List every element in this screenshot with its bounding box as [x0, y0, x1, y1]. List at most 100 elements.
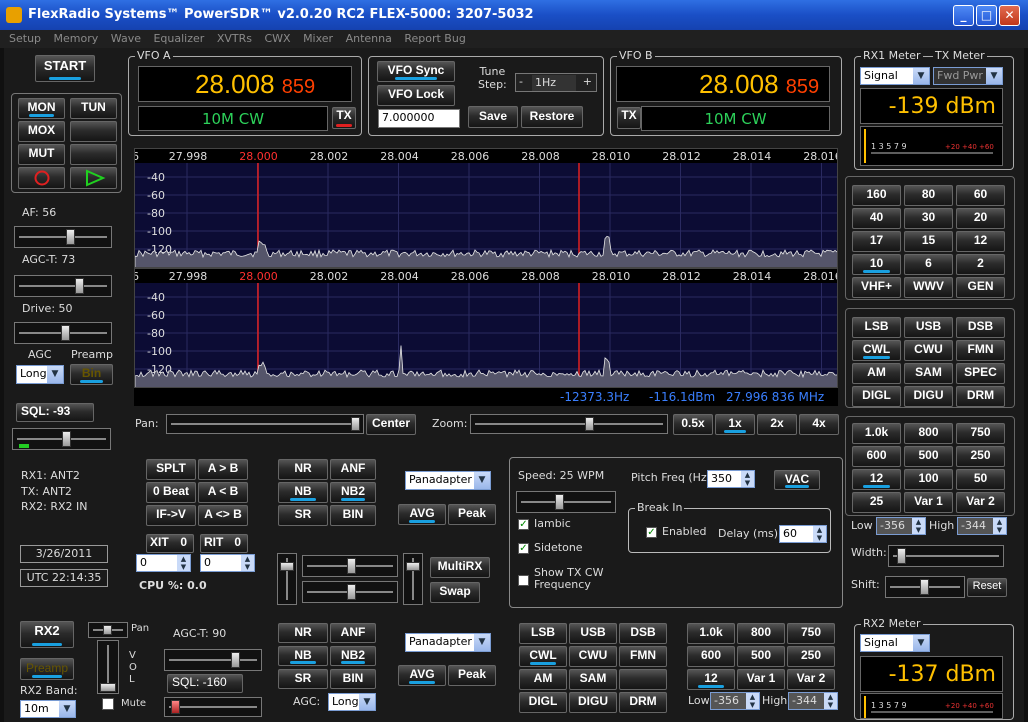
band-15-button[interactable]: 15 — [904, 231, 953, 252]
sql-slider[interactable] — [12, 428, 111, 450]
a-swap-b-button[interactable]: A <> B — [198, 505, 248, 526]
menu-xvtrs[interactable]: XVTRs — [217, 30, 252, 48]
band-wwv-button[interactable]: WWV — [904, 277, 953, 298]
band-6-button[interactable]: 6 — [904, 254, 953, 275]
rx2-mode-digu-button[interactable]: DIGU — [569, 692, 617, 713]
minimize-button[interactable]: _ — [953, 5, 974, 26]
play-button[interactable] — [70, 167, 117, 189]
filter-low-spinner[interactable]: -356 ▲ ▼ — [876, 517, 926, 535]
mon-button[interactable]: MON — [18, 98, 65, 119]
close-button[interactable]: ✕ — [999, 5, 1020, 26]
rx2-mode-digl-button[interactable]: DIGL — [519, 692, 567, 713]
band-gen-button[interactable]: GEN — [956, 277, 1005, 298]
delay-spinner[interactable]: 60 ▲ ▼ — [779, 525, 827, 543]
rx2-mode-fmn-button[interactable]: FMN — [619, 646, 667, 667]
rx1-sub-vol-slider[interactable] — [403, 553, 423, 605]
vfo-a-freq-display[interactable]: 28.008 859 — [138, 66, 352, 102]
breakin-enabled-checkbox[interactable]: ✓ — [646, 527, 657, 538]
pitch-freq-spinner[interactable]: 350 ▲ ▼ — [707, 470, 755, 488]
menu-report-bug[interactable]: Report Bug — [404, 30, 465, 48]
pan-slider[interactable] — [166, 414, 364, 434]
save-button[interactable]: Save — [468, 106, 518, 128]
band-17-button[interactable]: 17 — [852, 231, 901, 252]
rx2-filter-500-button[interactable]: 500 — [737, 646, 785, 667]
rx2-band-select[interactable]: 10m ▼ — [20, 700, 76, 718]
rit-button[interactable]: RIT 0 — [200, 534, 248, 553]
rx2-avg-button[interactable]: AVG — [398, 665, 446, 686]
blank-button[interactable] — [70, 121, 117, 142]
mox-button[interactable]: MOX — [18, 121, 65, 142]
rx1-display-mode-select[interactable]: Panadapter ▼ — [405, 471, 491, 490]
menu-setup[interactable]: Setup — [9, 30, 41, 48]
preamp-button[interactable]: Bin — [70, 364, 113, 385]
rx2-sr-button[interactable]: SR — [278, 669, 328, 689]
rx2-button[interactable]: RX2 — [20, 621, 74, 648]
band-12-button[interactable]: 12 — [956, 231, 1005, 252]
rx2-panadapter[interactable]: -40-60-80-100-120-140627.99828.00028.002… — [134, 268, 838, 388]
swap-button[interactable]: Swap — [430, 582, 480, 603]
tune-step-control[interactable]: -1Hz + — [515, 73, 597, 92]
rx2-pan-slider[interactable] — [88, 622, 128, 638]
rx2-display-mode-select[interactable]: Panadapter ▼ — [405, 633, 491, 652]
mode-am-button[interactable]: AM — [852, 363, 901, 384]
rx2-filter-10k-button[interactable]: 1.0k — [687, 623, 735, 644]
rx2-mode-dsb-button[interactable]: DSB — [619, 623, 667, 644]
rx2-agct-slider[interactable] — [164, 649, 262, 671]
multirx-button[interactable]: MultiRX — [430, 557, 490, 578]
rx2-high-spinner[interactable]: -344 ▲ ▼ — [788, 692, 838, 710]
rx1-panadapter[interactable]: -40-60-80-100-120-140627.99828.00028.002… — [134, 148, 838, 268]
nr-button[interactable]: NR — [278, 459, 328, 480]
band-80-button[interactable]: 80 — [904, 185, 953, 206]
rx2-filter-600-button[interactable]: 600 — [687, 646, 735, 667]
bin-button[interactable]: BIN — [330, 505, 376, 526]
rx1-avg-button[interactable]: AVG — [398, 504, 446, 525]
menu-wave[interactable]: Wave — [111, 30, 141, 48]
mode-digl-button[interactable]: DIGL — [852, 386, 901, 407]
mode-fmn-button[interactable]: FMN — [956, 340, 1005, 361]
tun-button[interactable]: TUN — [70, 98, 117, 119]
rx2-mode-blank-button[interactable] — [619, 669, 667, 690]
rx2-mute-checkbox[interactable] — [102, 698, 114, 710]
band-10-button[interactable]: 10 — [852, 254, 901, 275]
rx2-filter-250-button[interactable]: 250 — [787, 646, 835, 667]
sr-button[interactable]: SR — [278, 505, 328, 526]
menu-equalizer[interactable]: Equalizer — [153, 30, 204, 48]
shift-reset-button[interactable]: Reset — [967, 578, 1007, 597]
rx2-bin-button[interactable]: BIN — [330, 669, 376, 689]
center-button[interactable]: Center — [366, 414, 416, 435]
rx2-mode-drm-button[interactable]: DRM — [619, 692, 667, 713]
mode-lsb-button[interactable]: LSB — [852, 317, 901, 338]
rx2-agc-select[interactable]: Long ▼ — [328, 693, 376, 711]
rx2-sql-slider[interactable] — [164, 697, 262, 717]
filter-50-button[interactable]: 50 — [956, 469, 1005, 490]
band-2-button[interactable]: 2 — [956, 254, 1005, 275]
menu-mixer[interactable]: Mixer — [303, 30, 333, 48]
rx2-meter-select[interactable]: Signal ▼ — [860, 634, 930, 652]
filter-600-button[interactable]: 600 — [852, 446, 901, 467]
band-vhf-button[interactable]: VHF+ — [852, 277, 901, 298]
af-slider[interactable] — [14, 226, 112, 248]
rx2-nr-button[interactable]: NR — [278, 623, 328, 643]
rx2-peak-button[interactable]: Peak — [448, 665, 496, 686]
rx1-sub-slider-1[interactable] — [302, 555, 398, 577]
rx2-nb-button[interactable]: NB — [278, 646, 328, 666]
zoom-05x-button[interactable]: 0.5x — [673, 414, 713, 435]
rx2-mode-cwl-button[interactable]: CWL — [519, 646, 567, 667]
band-30-button[interactable]: 30 — [904, 208, 953, 229]
sql-button[interactable]: SQL: -93 — [16, 403, 94, 422]
rx2-low-spinner[interactable]: -356 ▲ ▼ — [710, 692, 760, 710]
vfo-a-tx-button[interactable]: TX — [332, 107, 356, 129]
nb-button[interactable]: NB — [278, 482, 328, 503]
zoom-2x-button[interactable]: 2x — [757, 414, 797, 435]
rx2-mode-sam-button[interactable]: SAM — [569, 669, 617, 690]
cw-speed-slider[interactable] — [516, 491, 616, 513]
nb2-button[interactable]: NB2 — [330, 482, 376, 503]
vfo-lock-button[interactable]: VFO Lock — [377, 85, 455, 106]
mut-button[interactable]: MUT — [18, 144, 65, 165]
rx2-sql-button[interactable]: SQL: -160 — [167, 674, 243, 693]
step-minus[interactable]: - — [519, 74, 523, 90]
rx2-mode-cwu-button[interactable]: CWU — [569, 646, 617, 667]
menu-cwx[interactable]: CWX — [264, 30, 290, 48]
show-tx-checkbox[interactable] — [518, 575, 529, 586]
mode-spec-button[interactable]: SPEC — [956, 363, 1005, 384]
